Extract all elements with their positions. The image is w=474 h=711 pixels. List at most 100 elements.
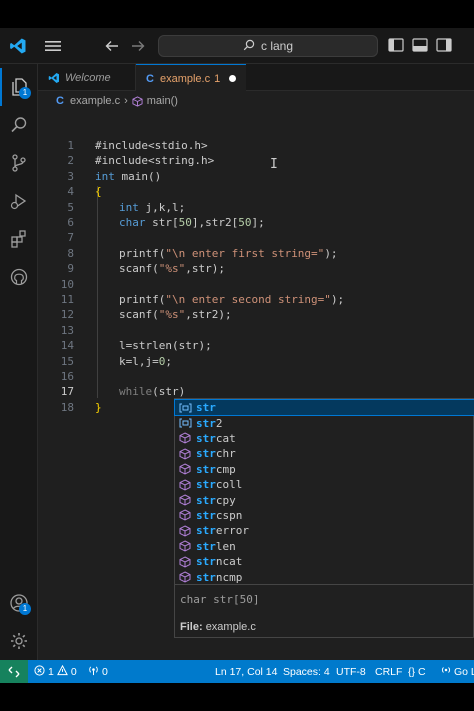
forward-arrow-icon[interactable] bbox=[126, 28, 150, 64]
tab-label: Welcome bbox=[65, 71, 111, 84]
code-line[interactable]: 5 int j,k,l; bbox=[38, 200, 474, 215]
remote-indicator-icon[interactable] bbox=[0, 660, 28, 683]
suggest-item-label: strcoll bbox=[196, 478, 243, 492]
toggle-panel-icon[interactable] bbox=[412, 37, 428, 56]
suggest-item[interactable]: strerror bbox=[175, 523, 474, 538]
line-number: 4 bbox=[67, 185, 74, 199]
code-text: #include<string.h> bbox=[95, 154, 215, 168]
code-line[interactable]: 2 #include<string.h> bbox=[38, 153, 474, 168]
accounts-icon[interactable]: 1 bbox=[0, 584, 38, 622]
suggest-detail-file: File: example.c bbox=[180, 621, 256, 633]
tab-welcome[interactable]: Welcome bbox=[38, 64, 136, 91]
suggest-item[interactable]: strncat bbox=[175, 554, 474, 569]
code-text: l=strlen(str); bbox=[119, 339, 212, 353]
code-text: scanf("%s",str); bbox=[119, 262, 225, 276]
line-number: 8 bbox=[67, 246, 74, 260]
line-number: 7 bbox=[67, 231, 74, 245]
function-icon bbox=[178, 494, 192, 506]
go-live-label: Go Li bbox=[454, 665, 474, 678]
suggest-item-label: strcpy bbox=[196, 493, 236, 507]
error-count: 1 bbox=[48, 665, 54, 678]
breadcrumb-file[interactable]: example.c bbox=[70, 95, 120, 107]
function-icon bbox=[178, 556, 192, 568]
tab-problem-count: 1 bbox=[214, 72, 221, 85]
tab-label: example.c bbox=[159, 72, 211, 85]
suggest-item[interactable]: strlen bbox=[175, 539, 474, 554]
suggest-item-label: strncat bbox=[196, 555, 243, 569]
extensions-icon[interactable] bbox=[0, 220, 38, 258]
suggest-item[interactable]: strcpy bbox=[175, 492, 474, 507]
code-line[interactable]: 13 bbox=[38, 323, 474, 338]
command-center-search[interactable]: c lang bbox=[158, 35, 378, 57]
suggest-item[interactable]: str bbox=[174, 398, 474, 417]
function-icon bbox=[178, 571, 192, 583]
code-line[interactable]: 6 char str[50],str2[50]; bbox=[38, 215, 474, 230]
problems-status[interactable]: 1 0 bbox=[34, 660, 77, 683]
suggest-item[interactable]: str2 bbox=[175, 415, 474, 430]
code-line[interactable]: 12 scanf("%s",str2); bbox=[38, 307, 474, 322]
code-line[interactable]: 14 l=strlen(str); bbox=[38, 338, 474, 353]
layout-controls bbox=[388, 28, 452, 64]
code-line[interactable]: 3 int main() bbox=[38, 169, 474, 184]
manage-gear-icon[interactable] bbox=[0, 622, 38, 660]
code-text: int main() bbox=[95, 169, 162, 183]
explorer-icon[interactable]: 1 bbox=[0, 68, 38, 106]
code-line[interactable]: 15 k=l,j=0; bbox=[38, 354, 474, 369]
code-line[interactable]: 7 bbox=[38, 230, 474, 245]
indentation[interactable]: Spaces: 4 bbox=[283, 660, 330, 683]
back-arrow-icon[interactable] bbox=[100, 28, 124, 64]
code-line[interactable]: 9 scanf("%s",str); bbox=[38, 261, 474, 276]
search-view-icon[interactable] bbox=[0, 106, 38, 144]
status-bar: 1 0 0 Ln 17, Col 14 Spaces: 4 UTF-8 CRLF… bbox=[0, 660, 474, 683]
line-number: 5 bbox=[67, 200, 74, 214]
line-number: 14 bbox=[60, 339, 74, 353]
tab-example-c[interactable]: C example.c 1 bbox=[136, 64, 246, 92]
language-mode[interactable]: {} C bbox=[408, 660, 426, 683]
function-icon bbox=[178, 448, 192, 460]
c-file-icon: C bbox=[146, 72, 154, 85]
suggest-item[interactable]: strcat bbox=[175, 431, 474, 446]
accounts-badge: 1 bbox=[19, 603, 31, 615]
suggest-item-label: strchr bbox=[196, 447, 236, 461]
code-line[interactable]: 11 printf("\n enter second string="); bbox=[38, 292, 474, 307]
github-icon[interactable] bbox=[0, 258, 38, 296]
suggest-item[interactable]: strchr bbox=[175, 446, 474, 461]
breadcrumb-symbol[interactable]: main() bbox=[147, 95, 178, 107]
suggest-item[interactable]: strcoll bbox=[175, 477, 474, 492]
line-number: 10 bbox=[60, 277, 74, 291]
function-icon bbox=[178, 479, 192, 491]
unsaved-dot-icon[interactable] bbox=[229, 75, 237, 82]
code-line[interactable]: 1 #include<stdio.h> bbox=[38, 138, 474, 153]
toggle-secondary-sidebar-icon[interactable] bbox=[436, 37, 452, 56]
code-line[interactable]: 10 bbox=[38, 277, 474, 292]
ports-status[interactable]: 0 bbox=[88, 660, 108, 683]
hamburger-menu-icon[interactable] bbox=[40, 28, 66, 64]
title-bar: c lang bbox=[0, 28, 474, 64]
go-live-button[interactable]: Go Li bbox=[441, 660, 474, 683]
cursor-position[interactable]: Ln 17, Col 14 bbox=[215, 660, 277, 683]
code-line[interactable]: 8 printf("\n enter first string="); bbox=[38, 246, 474, 261]
suggest-widget: str str2 strcat strchr strcmp strcoll strcpy st… bbox=[174, 398, 474, 638]
suggest-item[interactable]: strcspn bbox=[175, 508, 474, 523]
line-number: 18 bbox=[60, 400, 74, 414]
suggest-detail-signature: char str[50] bbox=[180, 593, 260, 606]
encoding[interactable]: UTF-8 bbox=[336, 660, 366, 683]
suggest-item[interactable]: strncmp bbox=[175, 569, 474, 584]
suggest-item[interactable]: strcmp bbox=[175, 462, 474, 477]
toggle-primary-sidebar-icon[interactable] bbox=[388, 37, 404, 56]
code-line[interactable]: 16 bbox=[38, 369, 474, 384]
search-icon bbox=[243, 39, 255, 54]
end-of-line[interactable]: CRLF bbox=[375, 660, 402, 683]
broadcast-icon bbox=[441, 665, 451, 678]
run-debug-icon[interactable] bbox=[0, 182, 38, 220]
variable-icon bbox=[178, 417, 192, 429]
function-icon bbox=[178, 509, 192, 522]
search-text: c lang bbox=[260, 39, 294, 53]
source-control-icon[interactable] bbox=[0, 144, 38, 182]
function-icon bbox=[178, 525, 192, 537]
broadcast-icon bbox=[88, 665, 99, 679]
code-text: k=l,j=0; bbox=[119, 354, 172, 368]
suggest-item-label: strncmp bbox=[196, 570, 243, 584]
ports-count: 0 bbox=[102, 665, 108, 678]
code-line[interactable]: 4{ bbox=[38, 184, 474, 199]
